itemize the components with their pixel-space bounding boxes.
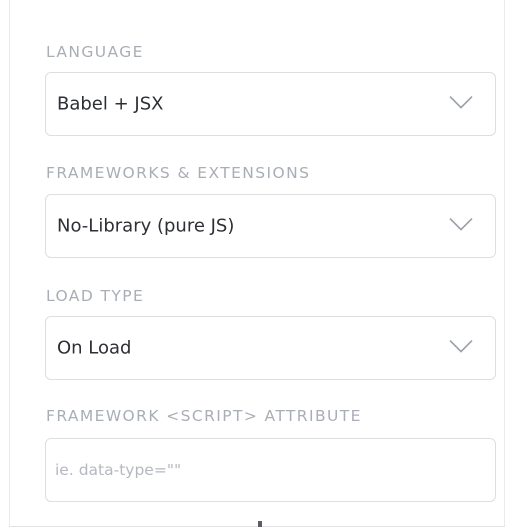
frameworks-selected-value: No-Library (pure JS)	[57, 215, 235, 237]
script-attribute-input[interactable]	[45, 438, 496, 502]
resize-handle[interactable]	[258, 521, 262, 527]
frameworks-label: FRAMEWORKS & EXTENSIONS	[46, 164, 311, 182]
load-type-selected-value: On Load	[57, 337, 132, 359]
language-select[interactable]: Babel + JSX	[45, 72, 496, 136]
chevron-down-icon	[449, 96, 473, 110]
script-attribute-label: FRAMEWORK <SCRIPT> ATTRIBUTE	[46, 407, 362, 425]
chevron-down-icon	[449, 218, 473, 232]
js-settings-panel: LANGUAGE Babel + JSX FRAMEWORKS & EXTENS…	[9, 0, 505, 527]
load-type-label: LOAD TYPE	[46, 287, 145, 305]
language-label: LANGUAGE	[46, 43, 144, 61]
language-selected-value: Babel + JSX	[57, 93, 164, 115]
chevron-down-icon	[449, 340, 473, 354]
frameworks-select[interactable]: No-Library (pure JS)	[45, 194, 496, 258]
load-type-select[interactable]: On Load	[45, 316, 496, 380]
